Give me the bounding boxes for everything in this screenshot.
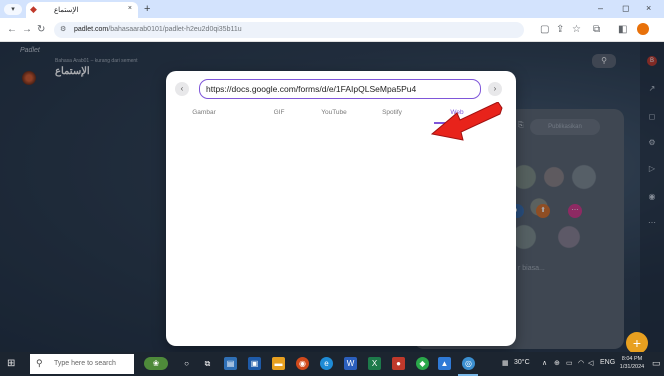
windows-taskbar: ⊞ ⚲ Type here to search ❀ ○ ⧉ ▤ ▣ ▬ ◉ e …	[0, 352, 664, 376]
clock-date: 1/31/2024	[619, 364, 645, 370]
photos-icon[interactable]: ▲	[438, 357, 451, 370]
task-view-icon[interactable]: ⧉	[201, 357, 214, 370]
window-maximize-button[interactable]: ◻	[622, 3, 629, 14]
cortana-icon[interactable]: ○	[180, 357, 193, 370]
reload-icon[interactable]: ↻	[37, 24, 45, 35]
site-info-icon[interactable]: ⚙	[60, 25, 66, 33]
annotation-arrow-icon	[430, 102, 503, 141]
browser-tab-strip: ▾ ◆ الإستماع × + – ◻ ×	[0, 0, 664, 18]
address-url[interactable]: padlet.com/bahasaarab0101/padlet-h2eu2d0…	[74, 26, 242, 33]
app-icon[interactable]: ●	[392, 357, 405, 370]
app-icon[interactable]: ◆	[416, 357, 429, 370]
modal-submit-button[interactable]: ›	[488, 82, 502, 96]
padlet-board: Padlet Bahasa Arab01 – kurang dari semen…	[0, 42, 664, 352]
cast-icon[interactable]: ▢	[540, 24, 549, 35]
tab-gif[interactable]: GIF	[254, 109, 304, 123]
tab-youtube[interactable]: YouTube	[309, 109, 359, 123]
volume-icon[interactable]: ◁	[588, 359, 593, 367]
taskbar-search[interactable]: ⚲ Type here to search	[30, 354, 134, 374]
modal-content-area	[166, 125, 516, 346]
side-panel-icon[interactable]: ◧	[618, 24, 627, 35]
network-icon[interactable]: ⊕	[554, 359, 560, 367]
window-close-button[interactable]: ×	[646, 3, 651, 13]
app-icon[interactable]: ▣	[248, 357, 261, 370]
windows-start-icon[interactable]: ⊞	[7, 358, 15, 369]
battery-icon[interactable]: ▭	[566, 359, 573, 367]
tray-chevron-icon[interactable]: ∧	[542, 359, 547, 367]
profile-avatar[interactable]	[637, 23, 649, 35]
language-indicator[interactable]: ENG	[600, 359, 615, 366]
tab-spotify[interactable]: Spotify	[367, 109, 417, 123]
forward-icon[interactable]: →	[22, 24, 32, 35]
chrome-icon[interactable]: ◎	[462, 357, 475, 370]
notification-icon[interactable]: ▭	[652, 358, 661, 369]
padlet-favicon-icon: ◆	[30, 4, 37, 14]
word-icon[interactable]: W	[344, 357, 357, 370]
extensions-icon[interactable]: ⧉	[593, 24, 600, 35]
back-icon[interactable]: ←	[7, 24, 17, 35]
file-explorer-icon[interactable]: ▬	[272, 357, 285, 370]
clock-time: 8:04 PM	[621, 356, 643, 362]
address-bar[interactable]: ⚙ padlet.com/bahasaarab0101/padlet-h2eu2…	[54, 22, 524, 38]
search-icon: ⚲	[36, 358, 43, 368]
add-post-button[interactable]: +	[626, 332, 648, 352]
app-icon[interactable]: ▤	[224, 357, 237, 370]
browser-tab-title: الإستماع	[54, 7, 79, 14]
browser-toolbar: ← → ↻ ⚙ padlet.com/bahasaarab0101/padlet…	[0, 18, 664, 42]
url-input[interactable]	[199, 79, 481, 99]
window-minimize-button[interactable]: –	[598, 3, 603, 13]
system-clock[interactable]: 8:04 PM 1/31/2024	[618, 355, 646, 371]
tab-close-icon[interactable]: ×	[128, 5, 132, 12]
tab-gambar[interactable]: Gambar	[179, 109, 229, 123]
modal-back-button[interactable]: ‹	[175, 82, 189, 96]
bookmark-star-icon[interactable]: ☆	[572, 24, 581, 35]
excel-icon[interactable]: X	[368, 357, 381, 370]
weather-temperature[interactable]: 30°C	[514, 359, 530, 366]
wifi-icon[interactable]: ◠	[578, 359, 584, 367]
widget-icon[interactable]: ❀	[144, 357, 168, 370]
new-tab-button[interactable]: +	[144, 3, 150, 15]
app-icon[interactable]: ◉	[296, 357, 309, 370]
edge-icon[interactable]: e	[320, 357, 333, 370]
taskbar-search-placeholder: Type here to search	[54, 360, 116, 367]
weather-icon[interactable]: ▦	[502, 359, 509, 367]
share-icon[interactable]: ⇪	[556, 24, 564, 35]
browser-tab[interactable]: ◆ الإستماع ×	[26, 2, 138, 18]
tab-search-icon[interactable]: ▾	[4, 4, 22, 15]
